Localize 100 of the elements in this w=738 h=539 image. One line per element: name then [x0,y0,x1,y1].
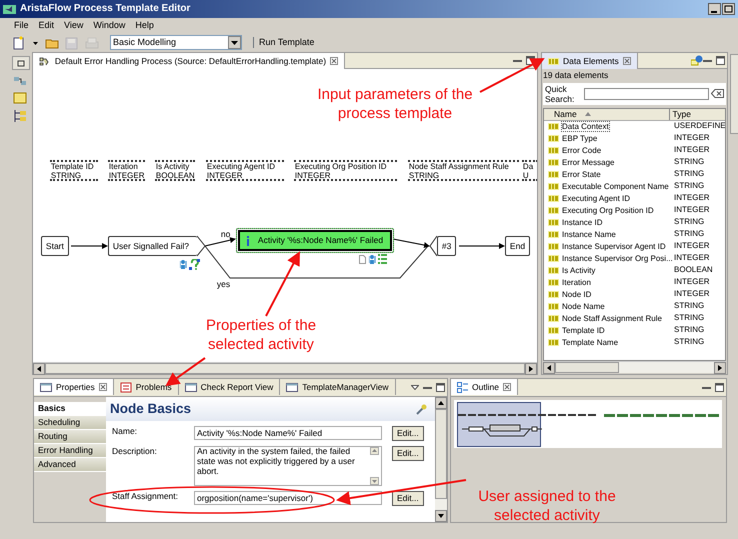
data-element-name[interactable]: Data Context [561,120,610,132]
view-tab[interactable]: Outline [451,379,518,395]
palette-icon[interactable] [12,109,28,123]
data-element-type: USERDEFINE [673,120,726,132]
view-tab[interactable]: Properties [34,379,114,395]
section-tab[interactable]: Basics [34,402,106,416]
data-element-name[interactable]: Node Staff Assignment Rule [561,312,663,324]
data-element-name[interactable]: Instance Supervisor Agent ID [561,240,667,252]
data-element-name[interactable]: Error Code [561,144,602,156]
restore-icon[interactable] [12,56,30,70]
close-icon[interactable] [622,57,631,65]
close-icon[interactable] [330,57,338,65]
text-field[interactable]: Activity '%s:Node Name%' Failed [194,426,382,440]
outline-preview-drawing[interactable] [454,400,722,448]
restore-icon[interactable] [722,3,735,15]
maximize-icon[interactable] [436,383,444,392]
perspective-dropdown[interactable]: Basic Modelling [110,35,242,50]
view-menu-icon[interactable] [410,385,418,390]
data-element-name[interactable]: Instance Supervisor Org Posi... [561,252,674,264]
data-element-name[interactable]: Executing Agent ID [561,192,632,204]
staff-icon [368,254,376,265]
data-element-name[interactable]: EBP Type [561,132,598,144]
column-header[interactable]: Name [544,108,670,120]
data-element-name[interactable]: Node ID [561,288,592,300]
scroll-down-button[interactable] [435,510,447,522]
scrollbar-thumb[interactable] [555,362,619,373]
clear-icon[interactable] [711,89,724,98]
menu-item[interactable]: Help [135,20,154,31]
scrollbar-thumb[interactable] [435,409,447,499]
close-icon[interactable] [502,383,511,391]
data-element-type: INTEGER [673,276,710,288]
minimize-icon[interactable] [708,3,721,15]
editor-tab[interactable]: Default Error Handling Process (Source: DefaultErrorHandling.template) [32,53,346,69]
activity-node[interactable]: Activity '%s:Node Name%' Failed [236,228,394,253]
scroll-right-button[interactable] [525,362,538,374]
scroll-left-button[interactable] [32,362,45,374]
data-element-name[interactable]: Executable Component Name [561,180,670,192]
panel-tab[interactable]: Data Elements [542,53,638,69]
new-file-icon[interactable] [12,36,26,50]
scroll-up-icon[interactable] [370,447,379,455]
data-element-name: Node Staff Assignment Rule [408,162,510,172]
data-element-type: INTEGER [294,171,332,180]
section-tab[interactable]: Routing [34,430,106,444]
menu-item[interactable]: File [14,20,29,31]
end-node[interactable]: End [504,236,530,256]
data-element-type: INTEGER [673,192,710,204]
scroll-right-button[interactable] [714,362,726,374]
data-element-icon [548,303,560,310]
annotation-text: User assigned to the selected activity [477,488,617,526]
section-tab[interactable]: Advanced [34,458,106,472]
info-icon [246,236,250,246]
menu-item[interactable]: Edit [38,20,54,31]
data-element-name[interactable]: Instance Name [561,228,617,240]
section-tab[interactable]: Error Handling [34,444,106,458]
data-element-icon [548,339,560,346]
start-node[interactable]: Start [40,236,69,256]
menu-item[interactable]: View [64,20,84,31]
scroll-left-button[interactable] [543,362,556,374]
text-field[interactable]: orgposition(name='supervisor') [194,491,382,505]
data-element-icon [548,243,560,250]
data-element-name[interactable]: Error State [561,168,602,180]
maximize-icon[interactable] [716,56,725,65]
staff-icon [180,259,187,270]
data-element-icon [548,159,560,166]
data-element-name[interactable]: Node Name [561,300,606,312]
menu-item[interactable]: Window [93,20,126,31]
data-element-name[interactable]: Error Message [561,156,616,168]
data-element-name[interactable]: Is Activity [561,264,596,276]
data-element-type: INTEGER [108,171,145,180]
edit-button[interactable]: Edit... [392,491,424,506]
down-arrow-icon [438,514,444,518]
close-icon[interactable] [98,383,107,391]
brush-icon[interactable] [416,404,427,414]
data-element-type: STRING [673,168,704,180]
left-arrow-icon [36,366,41,372]
data-element-name[interactable]: Iteration [561,276,592,288]
scroll-up-button[interactable] [435,397,447,409]
document-icon [358,255,366,264]
run-template-button[interactable]: Run Template [253,37,314,48]
data-element-name[interactable]: Instance ID [561,216,604,228]
data-element-name[interactable]: Template ID [561,324,606,336]
data-element-name[interactable]: Template Name [561,336,620,348]
column-header[interactable]: Type [670,108,691,120]
edit-button[interactable]: Edit... [392,446,424,461]
decision-point [196,236,206,256]
edit-button[interactable]: Edit... [392,426,424,441]
description-field[interactable]: An activity in the system failed, the failed state was not explicitly triggered by a user abort. [194,446,382,486]
app-icon [3,4,16,14]
section-tab[interactable]: Scheduling [34,416,106,430]
scroll-down-icon[interactable] [370,477,379,485]
data-element-icon [548,147,560,154]
view-tab[interactable]: Check Report View [178,379,280,395]
data-element-name[interactable]: Executing Org Position ID [561,204,655,216]
maximize-icon[interactable] [714,383,724,392]
data-element-icon [548,219,560,226]
add-data-icon[interactable] [690,55,703,66]
palette-icon[interactable] [12,75,28,87]
caret-icon[interactable] [231,40,238,44]
data-element-name: Is Activity [156,162,190,172]
scrollbar-thumb[interactable] [44,363,526,374]
